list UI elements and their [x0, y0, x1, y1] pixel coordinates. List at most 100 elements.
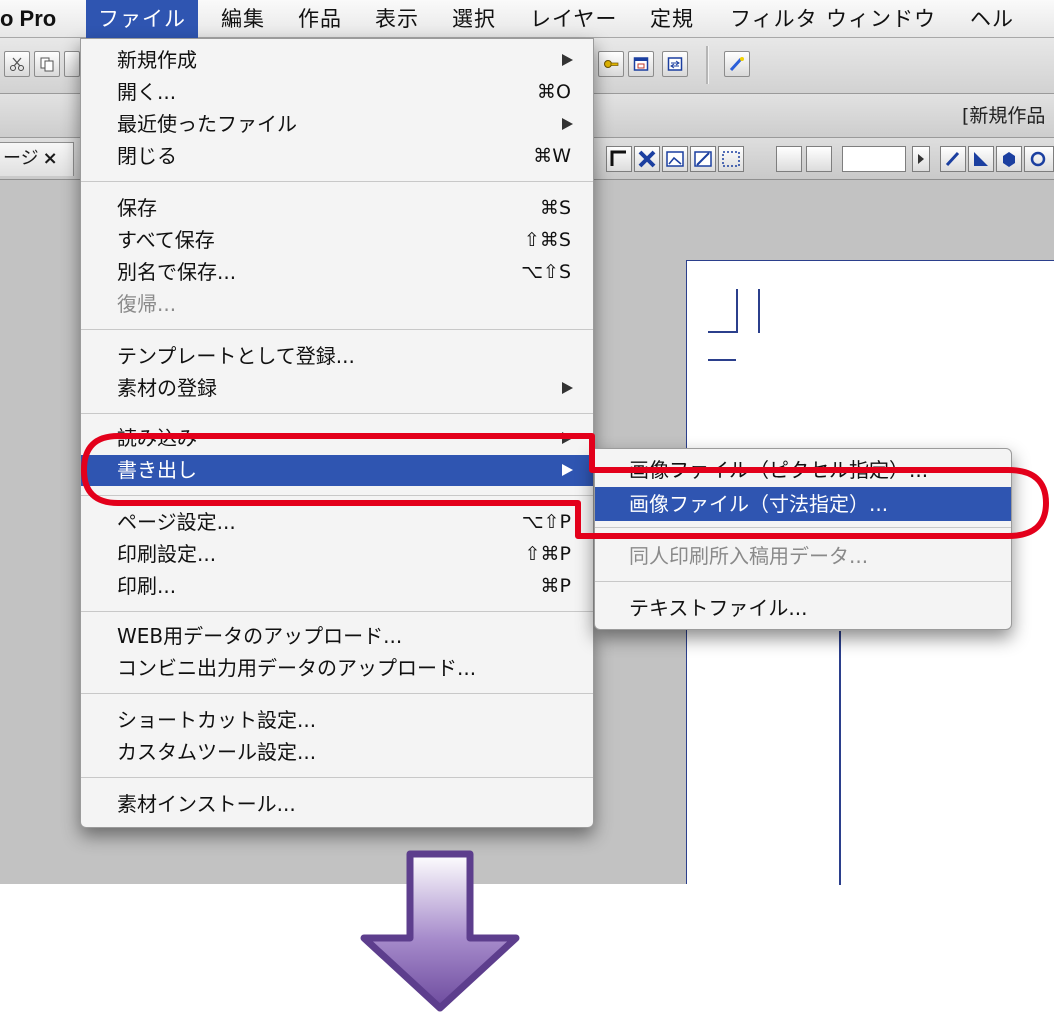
menu-item-save-as[interactable]: 別名で保存... ⌥⇧S [81, 257, 593, 288]
menu-separator [81, 329, 593, 330]
menu-layer[interactable]: レイヤー [530, 0, 617, 38]
menu-item-convenience-upload[interactable]: コンビニ出力用データのアップロード... [81, 653, 593, 684]
submenu-separator [595, 581, 1011, 582]
submenu-item-image-pixel[interactable]: 画像ファイル（ピクセル指定）... [595, 453, 1011, 487]
paste-icon[interactable] [64, 51, 80, 77]
menu-item-install-material[interactable]: 素材インストール... [81, 789, 593, 820]
menu-item-label: 新規作成 [117, 48, 197, 72]
menu-item-save[interactable]: 保存 ⌘S [81, 193, 593, 224]
submenu-item-label: 画像ファイル（寸法指定）... [629, 492, 889, 516]
copy-icon[interactable] [34, 51, 60, 77]
menu-item-label: コンビニ出力用データのアップロード... [117, 656, 477, 680]
menu-item-import[interactable]: 読み込み [81, 423, 593, 454]
menu-filter[interactable]: フィルタ [730, 0, 818, 38]
menu-separator [81, 777, 593, 778]
close-icon[interactable]: × [43, 148, 58, 169]
menu-window[interactable]: ウィンドウ [826, 0, 936, 38]
menu-separator [81, 413, 593, 414]
menu-item-close[interactable]: 閉じる ⌘W [81, 141, 593, 172]
submenu-item-label: 同人印刷所入稿用データ... [629, 544, 869, 568]
menu-item-label: カスタムツール設定... [117, 740, 317, 764]
menu-item-open[interactable]: 開く... ⌘O [81, 77, 593, 108]
menu-item-label: 書き出し [117, 458, 197, 482]
shortcut-label: ⌘S [539, 197, 571, 219]
shortcut-label: ⌘P [540, 575, 571, 597]
menu-item-save-all[interactable]: すべて保存 ⇧⌘S [81, 225, 593, 256]
dotted-rect-icon[interactable] [718, 146, 744, 172]
key-icon[interactable] [598, 51, 624, 77]
menu-item-register-material[interactable]: 素材の登録 [81, 373, 593, 404]
menu-item-register-template[interactable]: テンプレートとして登録... [81, 341, 593, 372]
cube-tool-icon[interactable] [996, 146, 1022, 172]
crop-mark [758, 289, 760, 333]
menu-item-print[interactable]: 印刷... ⌘P [81, 571, 593, 602]
menu-item-recent[interactable]: 最近使ったファイル [81, 109, 593, 140]
submenu-arrow-icon [562, 118, 573, 130]
menu-item-custom-tool-settings[interactable]: カスタムツール設定... [81, 737, 593, 768]
shortcut-label: ⌘O [537, 81, 571, 103]
crop-mark [708, 331, 736, 333]
menu-item-label: WEB用データのアップロード... [117, 624, 403, 648]
menu-view[interactable]: 表示 [375, 0, 419, 38]
scissors-icon[interactable] [4, 51, 30, 77]
menu-work[interactable]: 作品 [298, 0, 342, 38]
menu-item-web-upload[interactable]: WEB用データのアップロード... [81, 621, 593, 652]
menu-item-label: 印刷... [117, 574, 177, 598]
menu-item-label: 素材の登録 [117, 376, 217, 400]
menu-edit[interactable]: 編集 [221, 0, 265, 38]
submenu-item-text-file[interactable]: テキストファイル... [595, 591, 1011, 625]
gear-icon[interactable] [1024, 146, 1054, 172]
document-tab-label: ージ [3, 148, 39, 169]
submenu-separator [595, 527, 1011, 528]
menu-item-label: 読み込み [117, 426, 197, 450]
line-tool-icon[interactable] [690, 146, 716, 172]
shortcut-label: ⇧⌘P [524, 543, 571, 565]
image-tool-icon[interactable] [662, 146, 688, 172]
menu-item-print-settings[interactable]: 印刷設定... ⇧⌘P [81, 539, 593, 570]
page-alt-icon[interactable] [806, 146, 832, 172]
menu-ruler[interactable]: 定規 [650, 0, 694, 38]
menu-item-page-setup[interactable]: ページ設定... ⌥⇧P [81, 507, 593, 538]
menu-item-label: すべて保存 [117, 228, 215, 252]
menu-item-label: 別名で保存... [117, 260, 237, 284]
app-menu[interactable]: o Pro [0, 0, 56, 38]
menu-bar: o Pro ファイル 編集 作品 表示 選択 レイヤー 定規 フィルタ ウィンド… [0, 0, 1054, 38]
menu-file[interactable]: ファイル [86, 0, 198, 38]
frame-border-line [839, 631, 841, 885]
menu-item-label: 保存 [117, 196, 157, 220]
shortcut-label: ⇧⌘S [524, 229, 571, 251]
cross-tool-icon[interactable] [634, 146, 660, 172]
menu-item-export[interactable]: 書き出し [81, 455, 593, 486]
page-icon[interactable] [776, 146, 802, 172]
submenu-arrow-icon [562, 464, 573, 476]
menu-item-label: 閉じる [117, 144, 177, 168]
menu-select[interactable]: 選択 [452, 0, 496, 38]
pen-tool-icon[interactable] [940, 146, 966, 172]
magic-icon[interactable] [724, 51, 750, 77]
menu-item-label: ページ設定... [117, 510, 236, 534]
zoom-input[interactable] [842, 146, 906, 172]
submenu-item-image-dimension[interactable]: 画像ファイル（寸法指定）... [595, 487, 1011, 521]
menu-separator [81, 495, 593, 496]
menu-separator [81, 693, 593, 694]
submenu-arrow-icon [562, 54, 573, 66]
shortcut-label: ⌥⇧P [521, 511, 571, 533]
menu-item-label: 最近使ったファイル [117, 112, 297, 136]
window-icon[interactable] [628, 51, 654, 77]
frame-tool-icon[interactable] [606, 146, 632, 172]
menu-item-new[interactable]: 新規作成 [81, 45, 593, 76]
menu-help[interactable]: ヘル [970, 0, 1014, 38]
file-menu-dropdown: 新規作成 開く... ⌘O 最近使ったファイル 閉じる ⌘W 保存 ⌘S すべて保存 ⇧… [80, 38, 594, 828]
submenu-item-label: テキストファイル... [629, 596, 808, 620]
ruler-tool-icon[interactable] [968, 146, 994, 172]
menu-item-revert: 復帰... [81, 289, 593, 320]
menu-item-label: 復帰... [117, 292, 177, 316]
refresh-icon[interactable] [662, 51, 688, 77]
submenu-arrow-icon [562, 432, 573, 444]
menu-item-label: テンプレートとして登録... [117, 344, 355, 368]
document-tab[interactable]: ージ × [0, 142, 74, 176]
shortcut-label: ⌥⇧S [521, 261, 571, 283]
submenu-item-label: 画像ファイル（ピクセル指定）... [629, 458, 929, 482]
play-icon[interactable] [912, 146, 930, 172]
menu-item-shortcut-settings[interactable]: ショートカット設定... [81, 705, 593, 736]
